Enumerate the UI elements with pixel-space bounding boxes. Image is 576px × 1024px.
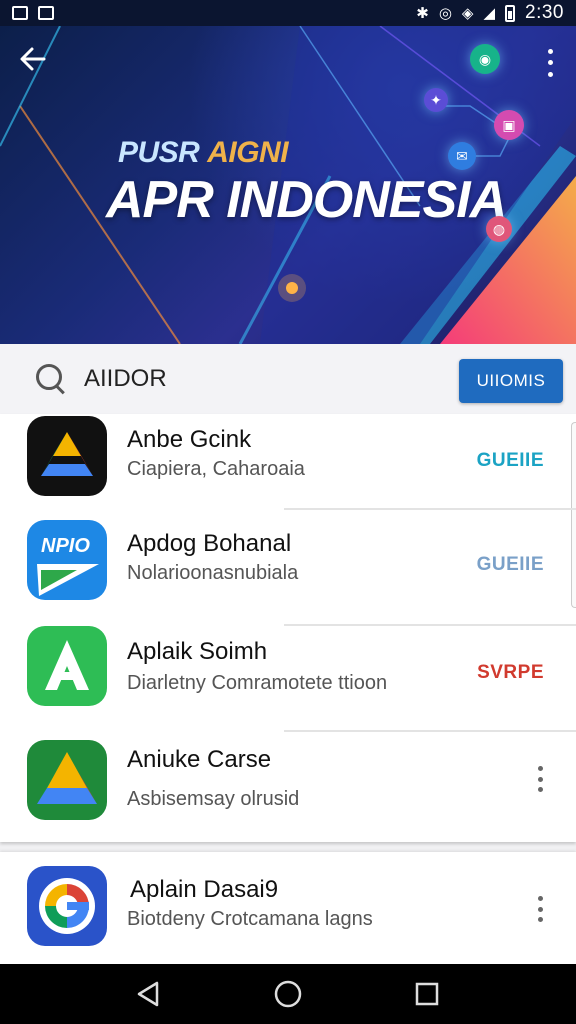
install-button[interactable]: GUEIIE <box>477 554 544 576</box>
app-list-card: Anbe Gcink Ciapiera, Caharoaia GUEIIE NP… <box>0 414 576 842</box>
hero-banner: PUSR AIGNI APR INDONESIA ◉ ✦ ▣ ✉ ◍ <box>0 26 576 344</box>
circle-home-icon <box>274 980 302 1008</box>
app-description: Biotdeny Crotcamana lagns <box>127 908 373 930</box>
search-icon <box>34 362 68 396</box>
nav-recents-button[interactable] <box>407 974 447 1014</box>
status-time: 2:30 <box>525 2 564 23</box>
list-item[interactable]: Anbe Gcink Ciapiera, Caharoaia GUEIIE <box>0 414 576 520</box>
drive-green-icon <box>27 740 107 820</box>
svg-text:NPIO: NPIO <box>41 535 90 557</box>
app-description: Nolarioonasnubiala <box>127 562 299 584</box>
square-recents-icon <box>415 982 438 1006</box>
app-name: Anbe Gcink <box>127 426 252 453</box>
banner-title: APR INDONESIA <box>106 171 507 229</box>
nav-home-button[interactable] <box>268 974 308 1014</box>
overflow-menu-button[interactable] <box>534 896 546 922</box>
overflow-menu-button[interactable] <box>534 766 546 792</box>
system-nav-bar <box>0 964 576 1024</box>
npio-app-icon: NPIO <box>27 520 107 600</box>
google-blue-icon <box>27 866 107 946</box>
wifi-icon: ◈ <box>461 4 474 22</box>
search-button[interactable]: UIIOMIS <box>459 359 563 403</box>
list-item[interactable]: Aniuke Carse Asbisemsay olrusid <box>0 732 576 842</box>
app-description: Asbisemsay olrusid <box>127 788 300 810</box>
install-button[interactable]: GUEIIE <box>477 450 544 472</box>
more-options-button[interactable] <box>540 46 560 80</box>
app-name: Apdog Bohanal <box>127 530 292 557</box>
app-name: Aplaik Soimh <box>127 638 268 665</box>
green-a-app-icon <box>27 626 107 706</box>
arrow-left-icon <box>20 47 46 71</box>
bluetooth-icon: ✱ <box>416 4 429 22</box>
nav-back-button[interactable] <box>129 974 169 1014</box>
signal-icon: ◢ <box>483 4 496 22</box>
floating-app-icon: ✉ <box>448 142 476 170</box>
divider <box>284 508 576 510</box>
drive-dark-icon <box>27 416 107 496</box>
gallery-notification-icon <box>12 6 28 20</box>
back-button[interactable] <box>18 44 58 84</box>
list-item[interactable]: NPIO Apdog Bohanal Nolarioonasnubiala GU… <box>0 520 576 626</box>
status-bar: ✱ ◎ ◈ ◢ 2:30 <box>0 0 576 26</box>
app-name: Aplain Dasai9 <box>130 876 279 903</box>
floating-app-icon: ◉ <box>470 44 500 74</box>
banner-subtitle: PUSR AIGNI <box>118 136 289 169</box>
search-bar: UIIOMIS <box>0 344 576 414</box>
install-button[interactable]: SVRPE <box>477 662 544 684</box>
app-list-card: Aplain Dasai9 Biotdeny Crotcamana lagns <box>0 852 576 964</box>
list-item[interactable]: Aplain Dasai9 Biotdeny Crotcamana lagns <box>0 852 576 964</box>
app-name: Aniuke Carse <box>127 746 272 773</box>
floating-app-icon: ▣ <box>494 110 524 140</box>
triangle-back-icon <box>138 981 159 1007</box>
app-notification-icon <box>38 6 54 20</box>
floating-app-icon: ✦ <box>424 88 448 112</box>
list-item[interactable]: Aplaik Soimh Diarletny Comramotete ttioo… <box>0 626 576 732</box>
app-description: Ciapiera, Caharoaia <box>127 458 305 480</box>
app-description: Diarletny Comramotete ttioon <box>127 672 388 694</box>
search-input[interactable] <box>84 365 384 393</box>
app-list: Anbe Gcink Ciapiera, Caharoaia GUEIIE NP… <box>0 414 576 964</box>
vibrate-icon: ◎ <box>438 4 452 22</box>
floating-app-icon: ◍ <box>486 216 512 242</box>
battery-icon <box>505 4 516 22</box>
